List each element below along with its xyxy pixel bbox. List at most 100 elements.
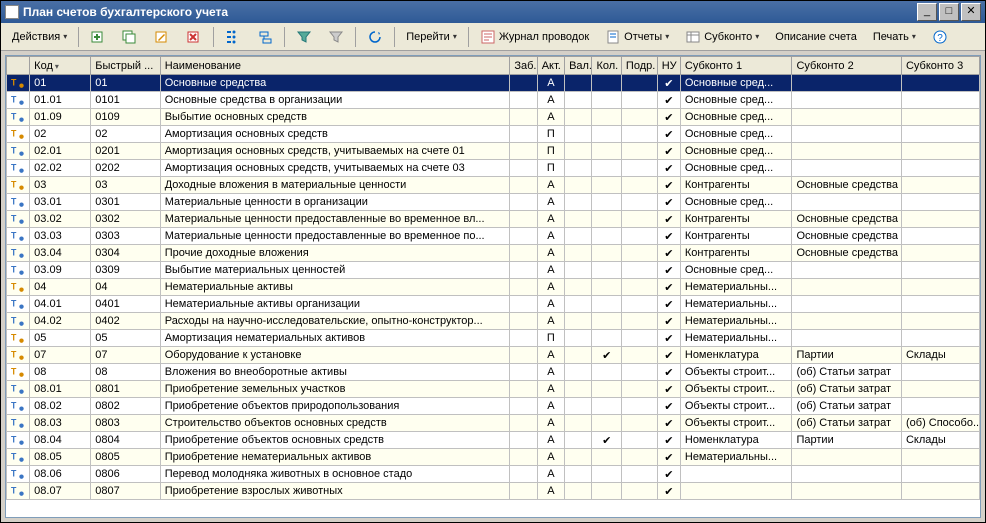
help-icon: ? (932, 29, 948, 45)
cell-kol (592, 143, 621, 160)
table-row[interactable]: T04.010401Нематериальные активы организа… (7, 296, 980, 313)
col-quick[interactable]: Быстрый ... (91, 57, 161, 75)
cell-sub1: Объекты строит... (680, 398, 792, 415)
cell-quick: 0803 (91, 415, 161, 432)
cell-code: 08.02 (30, 398, 91, 415)
table-row[interactable]: T02.010201Амортизация основных средств, … (7, 143, 980, 160)
cell-name: Доходные вложения в материальные ценност… (160, 177, 510, 194)
filter-button[interactable] (289, 26, 319, 48)
go-menu[interactable]: Перейти▾ (399, 26, 464, 48)
window-title: План счетов бухгалтерского учета (23, 5, 915, 19)
cell-podr (621, 347, 657, 364)
cell-podr (621, 296, 657, 313)
reports-icon (605, 29, 621, 45)
add-copy-icon (122, 29, 138, 45)
table-row[interactable]: T02.020202Амортизация основных средств, … (7, 160, 980, 177)
cell-act: П (537, 126, 564, 143)
col-code[interactable]: Код▾ (30, 57, 91, 75)
cell-zab (510, 398, 537, 415)
description-button[interactable]: Описание счета (768, 26, 864, 48)
cell-code: 03 (30, 177, 91, 194)
table-row[interactable]: T0404Нематериальные активыА✔Нематериальн… (7, 279, 980, 296)
col-sub1[interactable]: Субконто 1 (680, 57, 792, 75)
col-icon[interactable] (7, 57, 30, 75)
col-nu[interactable]: НУ (657, 57, 680, 75)
col-sub3[interactable]: Субконто 3 (901, 57, 979, 75)
journal-button[interactable]: Журнал проводок (473, 26, 596, 48)
cell-quick: 04 (91, 279, 161, 296)
col-act[interactable]: Акт. (537, 57, 564, 75)
cell-zab (510, 160, 537, 177)
table-row[interactable]: T03.020302Материальные ценности предоста… (7, 211, 980, 228)
cell-zab (510, 330, 537, 347)
table-row[interactable]: T0808Вложения во внеоборотные активыА✔Об… (7, 364, 980, 381)
table-row[interactable]: T0101Основные средстваА✔Основные сред... (7, 75, 980, 92)
table-row[interactable]: T08.060806Перевод молодняка животных в о… (7, 466, 980, 483)
table-row[interactable]: T08.070807Приобретение взрослых животных… (7, 483, 980, 500)
table-row[interactable]: T01.090109Выбытие основных средствА✔Осно… (7, 109, 980, 126)
table-row[interactable]: T0303Доходные вложения в материальные це… (7, 177, 980, 194)
table-row[interactable]: T08.040804Приобретение объектов основных… (7, 432, 980, 449)
reports-menu[interactable]: Отчеты▾ (598, 26, 676, 48)
cell-sub3 (901, 466, 979, 483)
svg-text:T: T (11, 486, 17, 496)
svg-text:T: T (11, 469, 17, 479)
table-row[interactable]: T0505Амортизация нематериальных активовП… (7, 330, 980, 347)
delete-button[interactable] (179, 26, 209, 48)
cell-sub3 (901, 75, 979, 92)
table-row[interactable]: T04.020402Расходы на научно-исследовател… (7, 313, 980, 330)
row-type-icon: T (11, 382, 25, 396)
col-name[interactable]: Наименование (160, 57, 510, 75)
refresh-button[interactable] (360, 26, 390, 48)
cell-sub2: (об) Статьи затрат (792, 381, 902, 398)
table-row[interactable]: T03.010301Материальные ценности в органи… (7, 194, 980, 211)
sort-icon: ▾ (55, 62, 59, 71)
journal-label: Журнал проводок (499, 31, 589, 43)
cell-quick: 07 (91, 347, 161, 364)
add-copy-button[interactable] (115, 26, 145, 48)
cell-kol (592, 364, 621, 381)
cell-code: 08.03 (30, 415, 91, 432)
col-podr[interactable]: Подр. (621, 57, 657, 75)
table-row[interactable]: T03.090309Выбытие материальных ценностей… (7, 262, 980, 279)
table-row[interactable]: T03.040304Прочие доходные вложенияА✔Конт… (7, 245, 980, 262)
table-row[interactable]: T08.050805Приобретение нематериальных ак… (7, 449, 980, 466)
cell-act: А (537, 211, 564, 228)
cell-podr (621, 177, 657, 194)
table-row[interactable]: T01.010101Основные средства в организаци… (7, 92, 980, 109)
svg-text:T: T (11, 112, 17, 122)
print-menu[interactable]: Печать▾ (866, 26, 923, 48)
maximize-button[interactable]: □ (939, 3, 959, 21)
svg-text:T: T (11, 180, 17, 190)
add-button[interactable] (83, 26, 113, 48)
help-button[interactable]: ? (925, 26, 955, 48)
move-button[interactable] (250, 26, 280, 48)
table-row[interactable]: T0707Оборудование к установкеА✔✔Номенкла… (7, 347, 980, 364)
actions-menu[interactable]: Действия▾ (5, 26, 74, 48)
grid-scroll[interactable]: Код▾ Быстрый ... Наименование Заб. Акт. … (6, 56, 980, 517)
subkonto-menu[interactable]: Субконто▾ (678, 26, 766, 48)
hierarchy-button[interactable] (218, 26, 248, 48)
table-row[interactable]: T08.020802Приобретение объектов природоп… (7, 398, 980, 415)
cell-nu: ✔ (657, 432, 680, 449)
cell-sub2 (792, 296, 902, 313)
print-label: Печать (873, 31, 909, 43)
filter-off-icon (328, 29, 344, 45)
table-row[interactable]: T03.030303Материальные ценности предоста… (7, 228, 980, 245)
table-row[interactable]: T0202Амортизация основных средствП✔Основ… (7, 126, 980, 143)
minimize-button[interactable]: _ (917, 3, 937, 21)
cell-code: 02.01 (30, 143, 91, 160)
col-val[interactable]: Вал. (565, 57, 592, 75)
col-sub2[interactable]: Субконто 2 (792, 57, 902, 75)
close-button[interactable]: ✕ (961, 3, 981, 21)
cell-zab (510, 466, 537, 483)
cell-zab (510, 75, 537, 92)
table-row[interactable]: T08.010801Приобретение земельных участко… (7, 381, 980, 398)
filter-off-button[interactable] (321, 26, 351, 48)
table-row[interactable]: T08.030803Строительство объектов основны… (7, 415, 980, 432)
col-zab[interactable]: Заб. (510, 57, 537, 75)
col-kol[interactable]: Кол. (592, 57, 621, 75)
cell-name: Приобретение взрослых животных (160, 483, 510, 500)
cell-sub2 (792, 466, 902, 483)
edit-button[interactable] (147, 26, 177, 48)
